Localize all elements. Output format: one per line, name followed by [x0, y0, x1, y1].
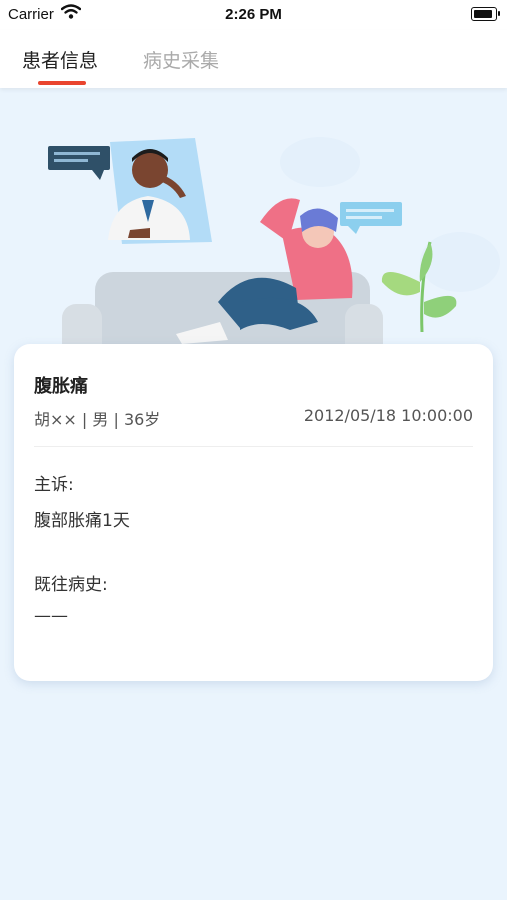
- record-title: 腹胀痛: [34, 376, 88, 397]
- divider: [34, 446, 473, 447]
- past-history-value: ——: [34, 606, 68, 626]
- chief-complaint-label: 主诉:: [34, 475, 74, 495]
- past-history-label: 既往病史:: [34, 575, 108, 595]
- tab-patient-info[interactable]: 患者信息: [22, 46, 98, 73]
- battery-icon: [471, 7, 500, 21]
- status-bar: Carrier 2:26 PM: [0, 0, 507, 30]
- patient-info: 胡×× | 男 | 36岁: [34, 410, 161, 429]
- clock: 2:26 PM: [225, 6, 282, 23]
- chief-complaint-value: 腹部胀痛1天: [34, 511, 130, 531]
- active-tab-indicator: [38, 81, 86, 85]
- tab-medical-history[interactable]: 病史采集: [143, 46, 219, 73]
- medical-record-card[interactable]: 腹胀痛 胡×× | 男 | 36岁 2012/05/18 10:00:00 主诉…: [14, 344, 493, 681]
- doctor-video-consultation-illustration: [0, 92, 507, 364]
- record-datetime: 2012/05/18 10:00:00: [303, 406, 473, 425]
- tab-bar: 患者信息 病史采集: [0, 30, 507, 88]
